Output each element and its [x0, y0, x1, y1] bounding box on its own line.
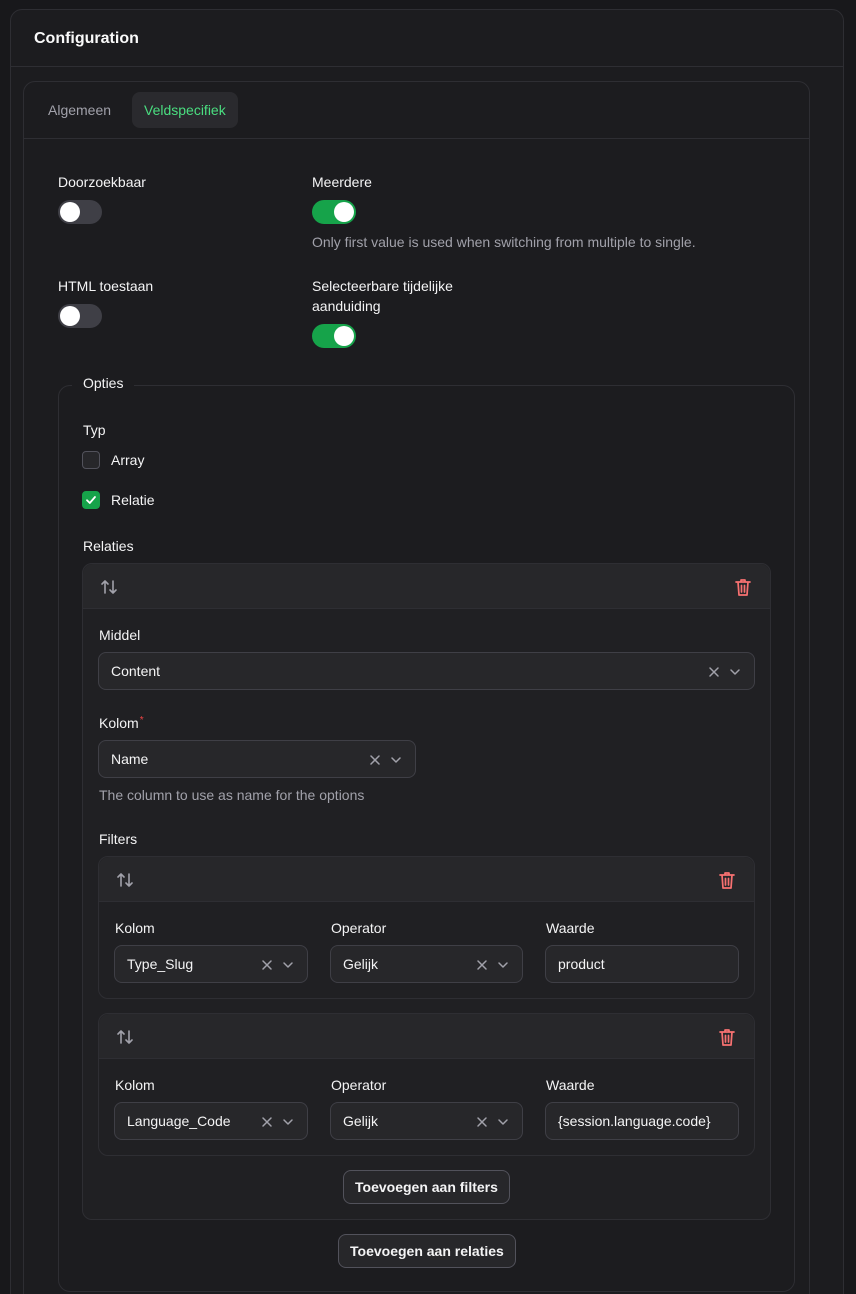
- clear-x-icon[interactable]: [474, 1114, 490, 1130]
- filter-column-value: Language_Code: [127, 1113, 231, 1129]
- array-label: Array: [111, 452, 145, 468]
- searchable-label: Doorzoekbaar: [58, 174, 146, 190]
- type-label: Typ: [83, 422, 106, 438]
- trash-icon[interactable]: [734, 577, 752, 597]
- clear-x-icon[interactable]: [474, 957, 490, 973]
- toggle-knob: [334, 326, 354, 346]
- array-checkbox[interactable]: [82, 451, 100, 469]
- sort-arrows-icon[interactable]: [99, 577, 119, 597]
- panel-title: Configuration: [11, 10, 843, 67]
- filter-value-label: Waarde: [546, 1077, 595, 1093]
- multiple-label: Meerdere: [312, 174, 372, 190]
- chevron-down-icon: [498, 1119, 508, 1125]
- filter-operator-value: Gelijk: [343, 1113, 379, 1129]
- selectable-placeholder-label-2: aanduiding: [312, 298, 381, 314]
- chevron-down-icon: [391, 757, 401, 763]
- filter-column-label: Kolom: [115, 920, 155, 936]
- allow-html-label: HTML toestaan: [58, 278, 154, 294]
- check-icon: [86, 496, 96, 504]
- clear-x-icon[interactable]: [367, 752, 383, 768]
- relation-item-header: [83, 564, 770, 609]
- relations-label: Relaties: [83, 538, 134, 554]
- filter-column-select[interactable]: Type_Slug: [114, 945, 308, 983]
- filter-item-header: [99, 1014, 754, 1059]
- relation-checkbox[interactable]: [82, 491, 100, 509]
- filter-operator-label: Operator: [331, 920, 387, 936]
- searchable-toggle[interactable]: [58, 200, 102, 224]
- chevron-down-icon: [730, 669, 740, 675]
- options-legend: Opties: [72, 375, 135, 391]
- chevron-down-icon: [283, 962, 293, 968]
- sort-arrows-icon[interactable]: [115, 1027, 135, 1047]
- filter-item-header: [99, 857, 754, 902]
- filter-operator-value: Gelijk: [343, 956, 379, 972]
- filter-value-input[interactable]: {session.language.code}: [545, 1102, 739, 1140]
- filter-value-label: Waarde: [546, 920, 595, 936]
- resource-value: Content: [111, 663, 161, 679]
- column-label-text: Kolom: [99, 715, 139, 731]
- filter-column-value: Type_Slug: [127, 956, 194, 972]
- filter-value-input[interactable]: product: [545, 945, 739, 983]
- resource-label: Middel: [99, 627, 141, 643]
- toggle-knob: [60, 202, 80, 222]
- selectable-placeholder-label-1: Selecteerbare tijdelijke: [312, 278, 453, 294]
- tab-general[interactable]: Algemeen: [36, 92, 123, 128]
- column-select[interactable]: Name: [98, 740, 416, 778]
- tab-bar: Algemeen Veldspecifiek: [24, 82, 809, 139]
- filter-column-select[interactable]: Language_Code: [114, 1102, 308, 1140]
- relation-label: Relatie: [111, 492, 155, 508]
- required-mark: *: [139, 715, 144, 726]
- multiple-hint: Only first value is used when switching …: [312, 234, 696, 250]
- trash-icon[interactable]: [718, 1027, 736, 1047]
- toggle-knob: [60, 306, 80, 326]
- resource-select[interactable]: Content: [98, 652, 755, 690]
- multiple-toggle[interactable]: [312, 200, 356, 224]
- selectable-placeholder-toggle[interactable]: [312, 324, 356, 348]
- clear-x-icon[interactable]: [259, 1114, 275, 1130]
- allow-html-toggle[interactable]: [58, 304, 102, 328]
- column-value: Name: [111, 751, 149, 767]
- column-hint: The column to use as name for the option…: [99, 787, 365, 803]
- filter-column-label: Kolom: [115, 1077, 155, 1093]
- filter-operator-select[interactable]: Gelijk: [330, 945, 523, 983]
- tab-field-specific[interactable]: Veldspecifiek: [132, 92, 238, 128]
- column-label: Kolom*: [99, 715, 144, 731]
- add-filter-button[interactable]: Toevoegen aan filters: [343, 1170, 510, 1204]
- chevron-down-icon: [498, 962, 508, 968]
- toggle-knob: [334, 202, 354, 222]
- chevron-down-icon: [283, 1119, 293, 1125]
- filter-operator-label: Operator: [331, 1077, 387, 1093]
- trash-icon[interactable]: [718, 870, 736, 890]
- filter-operator-select[interactable]: Gelijk: [330, 1102, 523, 1140]
- clear-x-icon[interactable]: [259, 957, 275, 973]
- sort-arrows-icon[interactable]: [115, 870, 135, 890]
- add-relation-button[interactable]: Toevoegen aan relaties: [338, 1234, 516, 1268]
- clear-x-icon[interactable]: [706, 664, 722, 680]
- filters-label: Filters: [99, 831, 138, 847]
